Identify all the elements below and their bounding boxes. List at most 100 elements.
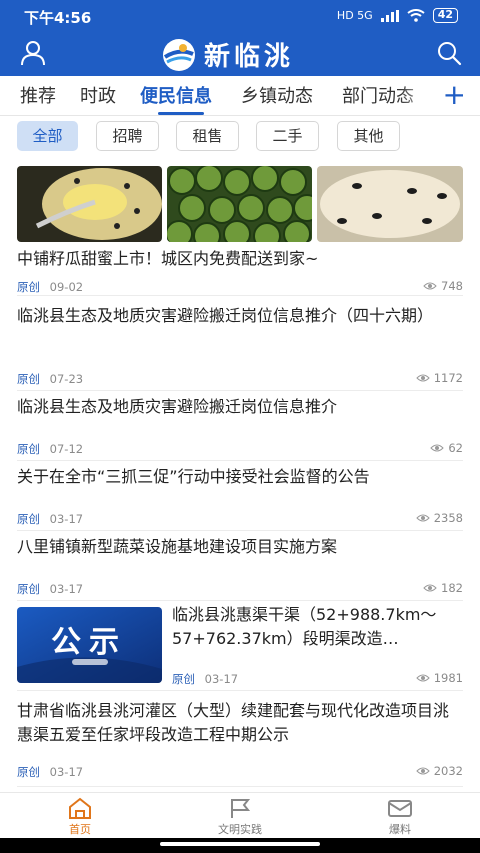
system-home-indicator (0, 838, 480, 853)
article-meta: 原创 03-17 (172, 671, 238, 687)
eye-icon (423, 584, 437, 592)
article-source: 原创 (17, 372, 40, 386)
view-count-value: 748 (441, 279, 463, 293)
home-icon (69, 797, 91, 819)
article-meta: 原创 07-12 (17, 441, 83, 457)
view-count: 1172 (416, 371, 463, 385)
filter-chips: 全部 招聘 租售 二手 其他 (0, 117, 480, 159)
active-tab-indicator (158, 112, 204, 115)
app-header: 新临洮 (0, 32, 480, 76)
nav-home-label: 首页 (69, 823, 91, 836)
view-count-value: 2358 (433, 511, 463, 525)
app-logo: 新临洮 (162, 36, 294, 73)
network-indicator: HD 5G (336, 9, 373, 22)
view-count: 62 (430, 441, 463, 455)
list-item[interactable]: 中铺籽瓜甜蜜上市！城区内免费配送到家~ 原创 09-02 748 (17, 166, 463, 296)
notice-thumbnail-text: 公示 (51, 625, 127, 660)
list-item[interactable]: 甘肃省临洮县洮河灌区（大型）续建配套与现代化改造项目洮惠渠五爱至任家坪段改造工程… (17, 691, 463, 787)
list-item[interactable]: 临洮县生态及地质灾害避险搬迁岗位信息推介（四十六期） 原创 07-23 1172 (17, 296, 463, 391)
view-count: 748 (423, 279, 463, 293)
article-title[interactable]: 八里铺镇新型蔬菜设施基地建设项目实施方案 (17, 535, 337, 559)
tab-convenience-info[interactable]: 便民信息 (140, 82, 212, 108)
bottom-nav: 首页 文明实践 爆料 (0, 792, 480, 838)
list-item[interactable]: 公示 临洮县洮惠渠干渠（52+988.7km～57+762.37km）段明渠改造… (17, 601, 463, 691)
eye-icon (416, 374, 430, 382)
view-count-value: 182 (441, 581, 463, 595)
melon-spoon-image (17, 166, 162, 242)
eye-icon (423, 282, 437, 290)
filter-all[interactable]: 全部 (17, 121, 78, 151)
article-meta: 原创 03-17 (17, 581, 83, 597)
view-count: 182 (423, 581, 463, 595)
view-count: 2358 (416, 511, 463, 525)
add-channel-icon[interactable]: + (443, 78, 466, 111)
article-source: 原创 (17, 442, 40, 456)
filter-recruit[interactable]: 招聘 (96, 121, 159, 151)
nav-report-label: 爆料 (389, 823, 411, 836)
status-bar: 下午4:56 HD 5G 42 (0, 0, 480, 32)
battery-indicator: 42 (432, 8, 458, 23)
tab-town-news[interactable]: 乡镇动态 (241, 82, 313, 108)
wifi-icon (407, 9, 425, 22)
search-icon[interactable] (434, 38, 464, 68)
notice-thumbnail: 公示 (17, 607, 162, 683)
article-source: 原创 (17, 765, 40, 779)
article-source: 原创 (17, 582, 40, 596)
mail-icon (388, 800, 412, 817)
tab-recommend[interactable]: 推荐 (20, 82, 56, 108)
filter-rent-sale[interactable]: 租售 (176, 121, 239, 151)
status-time: 下午4:56 (24, 9, 92, 27)
article-date: 03-17 (49, 512, 84, 526)
nav-civilization-practice[interactable]: 文明实践 (200, 797, 280, 837)
article-list: 中铺籽瓜甜蜜上市！城区内免费配送到家~ 原创 09-02 748 临洮县生态及地… (0, 160, 480, 790)
list-item[interactable]: 临洮县生态及地质灾害避险搬迁岗位信息推介 原创 07-12 62 (17, 391, 463, 461)
article-date: 03-17 (49, 765, 84, 779)
eye-icon (430, 444, 445, 452)
nav-civilization-label: 文明实践 (218, 823, 262, 836)
view-count-value: 62 (448, 441, 463, 455)
signal-icon (380, 9, 399, 22)
flag-icon (231, 799, 251, 818)
home-indicator-bar[interactable] (160, 842, 320, 846)
article-title[interactable]: 临洮县生态及地质灾害避险搬迁岗位信息推介 (17, 395, 337, 419)
article-meta: 原创 07-23 (17, 371, 83, 387)
article-title[interactable]: 中铺籽瓜甜蜜上市！城区内免费配送到家~ (17, 247, 318, 271)
article-date: 09-02 (49, 280, 84, 294)
channel-tabs: 推荐 时政 便民信息 乡镇动态 部门动态 + (0, 76, 480, 116)
article-meta: 原创 03-17 (17, 511, 83, 527)
nav-home[interactable]: 首页 (40, 797, 120, 837)
article-date: 03-17 (49, 582, 84, 596)
list-item[interactable]: 八里铺镇新型蔬菜设施基地建设项目实施方案 原创 03-17 182 (17, 531, 463, 601)
view-count-value: 1981 (433, 671, 463, 685)
article-source: 原创 (17, 512, 40, 526)
nav-report[interactable]: 爆料 (360, 797, 440, 837)
eye-icon (416, 674, 430, 682)
article-title[interactable]: 临洮县洮惠渠干渠（52+988.7km～57+762.37km）段明渠改造… (172, 603, 463, 651)
view-count-value: 1172 (433, 371, 463, 385)
user-icon[interactable] (18, 38, 48, 68)
article-date: 07-12 (49, 442, 84, 456)
eye-icon (416, 514, 430, 522)
article-title[interactable]: 甘肃省临洮县洮河灌区（大型）续建配套与现代化改造项目洮惠渠五爱至任家坪段改造工程… (17, 699, 463, 747)
top-bar: 下午4:56 HD 5G 42 新临洮 (0, 0, 480, 76)
view-count: 2032 (416, 764, 463, 778)
article-title[interactable]: 关于在全市“三抓三促”行动中接受社会监督的公告 (17, 465, 370, 489)
article-title[interactable]: 临洮县生态及地质灾害避险搬迁岗位信息推介（四十六期） (17, 304, 447, 328)
filter-other[interactable]: 其他 (337, 121, 400, 151)
view-count: 1981 (416, 671, 463, 685)
tab-fade (400, 76, 436, 115)
filter-secondhand[interactable]: 二手 (256, 121, 319, 151)
eye-icon (416, 767, 430, 775)
status-icons: HD 5G 42 (337, 8, 458, 23)
article-date: 07-23 (49, 372, 84, 386)
app-screen: 下午4:56 HD 5G 42 新临洮 推荐 时政 便民信息 乡镇动态 部门动态… (0, 0, 480, 853)
list-item[interactable]: 关于在全市“三抓三促”行动中接受社会监督的公告 原创 03-17 2358 (17, 461, 463, 531)
article-source: 原创 (17, 280, 40, 294)
tab-politics[interactable]: 时政 (80, 82, 116, 108)
article-meta: 原创 03-17 (17, 764, 83, 780)
melon-seeds-image (317, 166, 463, 242)
article-date: 03-17 (204, 672, 239, 686)
logo-mark-icon (163, 38, 195, 71)
view-count-value: 2032 (433, 764, 463, 778)
article-meta: 原创 09-02 (17, 279, 83, 295)
